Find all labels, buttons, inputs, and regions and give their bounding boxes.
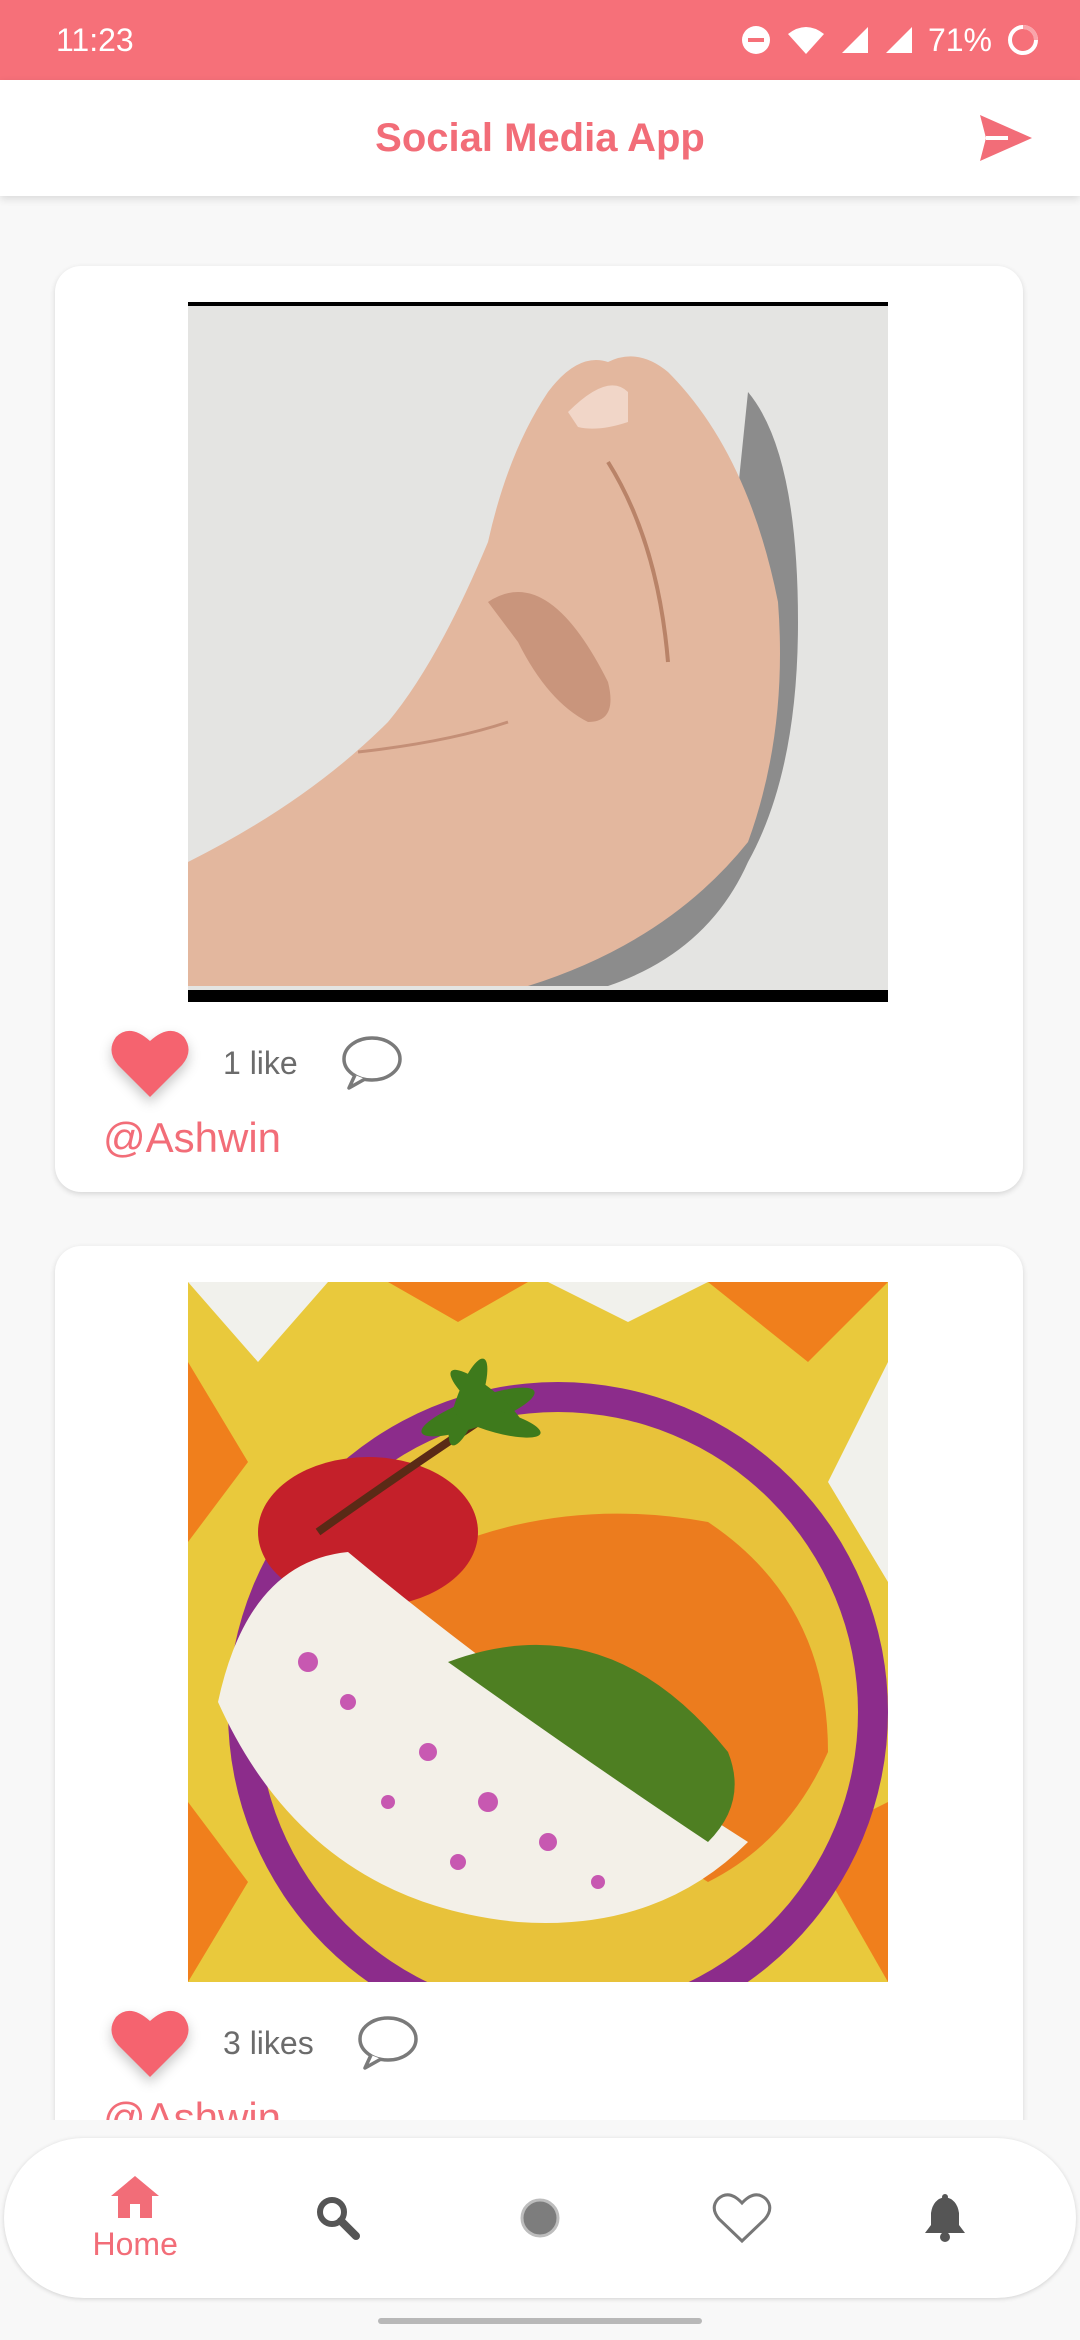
heart-filled-icon	[111, 1030, 189, 1097]
nav-label-home: Home	[92, 2225, 178, 2262]
likes-count: 3 likes	[223, 2024, 314, 2061]
send-icon	[980, 115, 1032, 161]
dnd-icon	[740, 24, 772, 56]
post-image[interactable]	[188, 302, 888, 1002]
add-post-icon	[520, 2198, 560, 2238]
nav-item-favorites[interactable]	[662, 2148, 822, 2288]
flower-rangoli-photo	[188, 1282, 888, 1982]
heart-outline-icon	[713, 2193, 772, 2244]
post-actions: 3 likes	[105, 1998, 420, 2088]
signal-icon-2	[884, 25, 914, 55]
comment-icon	[357, 2016, 418, 2070]
post-author[interactable]: @Ashwin	[103, 2094, 281, 2120]
bottom-navigation: Home	[0, 2124, 1080, 2340]
app-title: Social Media App	[375, 115, 705, 160]
post-card: 1 like @Ashwin	[55, 266, 1023, 1192]
signal-icon	[840, 25, 870, 55]
post-author[interactable]: @Ashwin	[103, 1114, 281, 1162]
heart-filled-icon	[111, 2010, 189, 2077]
bell-icon	[924, 2194, 965, 2242]
status-time: 11:23	[56, 21, 134, 58]
wifi-icon	[786, 24, 826, 56]
post-card: 3 likes @Ashwin	[55, 1246, 1023, 2120]
status-bar: 11:23 71%	[0, 0, 1080, 80]
like-button[interactable]	[105, 1998, 195, 2088]
battery-icon	[1006, 23, 1040, 57]
post-image[interactable]	[188, 1282, 888, 1982]
nav-item-notifications[interactable]	[865, 2148, 1025, 2288]
search-icon	[316, 2197, 360, 2240]
app-bar: Social Media App	[0, 80, 1080, 196]
send-button[interactable]	[976, 110, 1036, 166]
nav-item-add-post[interactable]	[460, 2148, 620, 2288]
bottom-nav-bar: Home	[4, 2138, 1076, 2298]
status-icons: 71%	[740, 22, 1040, 59]
battery-percent: 71%	[927, 21, 992, 58]
gesture-home-indicator[interactable]	[378, 2318, 702, 2324]
comment-button[interactable]	[340, 1031, 404, 1095]
comment-icon	[341, 1036, 402, 1090]
likes-count: 1 like	[223, 1044, 298, 1081]
comment-button[interactable]	[356, 2011, 420, 2075]
like-button[interactable]	[105, 1018, 195, 1108]
nav-item-search[interactable]	[258, 2148, 418, 2288]
post-actions: 1 like	[105, 1018, 404, 1108]
hand-gesture-photo	[188, 302, 888, 1002]
home-icon	[111, 2175, 160, 2218]
post-feed[interactable]: 1 like @Ashwin 3 likes @Ashwin	[0, 196, 1080, 2120]
nav-item-home[interactable]: Home	[55, 2148, 215, 2288]
